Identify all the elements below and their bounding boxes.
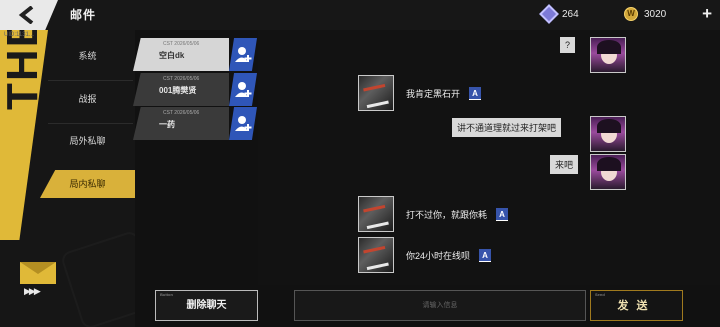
add-friend-button[interactable] bbox=[229, 107, 257, 140]
translate-icon[interactable]: A bbox=[496, 207, 509, 221]
contact-name: 空白dk bbox=[159, 51, 185, 60]
translate-icon[interactable]: A bbox=[469, 86, 482, 100]
gem-counter: 264 bbox=[539, 4, 579, 24]
message-input-placeholder: 请输入信息 bbox=[422, 302, 458, 309]
contact-item[interactable]: CST 2026/05/06 空白dk bbox=[133, 38, 257, 71]
add-user-icon bbox=[235, 82, 252, 97]
sidebar: THE WAR UID:1131... 系统 战报 局外私聊 局内私聊 ▶▶▶ bbox=[0, 30, 135, 327]
gem-icon bbox=[539, 4, 559, 24]
chat-log[interactable]: ? 我肯定黑石开 A 讲不通道理就过来打架吧 来吧 打不过你，就跟你耗 A 你2… bbox=[258, 30, 720, 285]
contact-date: CST 2026/05/06 bbox=[163, 110, 200, 116]
message-text: 打不过你，就跟你耗 bbox=[406, 209, 488, 220]
coin-icon: W bbox=[624, 7, 638, 21]
back-arrow-icon bbox=[18, 6, 34, 24]
player-avatar[interactable] bbox=[358, 237, 394, 273]
sidebar-item-battle-report[interactable]: 战报 bbox=[40, 85, 135, 113]
add-user-icon bbox=[235, 47, 252, 62]
contact-date: CST 2026/05/06 bbox=[163, 41, 200, 47]
fist-emblem bbox=[59, 229, 135, 327]
npc-avatar[interactable] bbox=[590, 116, 626, 152]
contact-name: 一药 bbox=[159, 120, 175, 129]
player-avatar[interactable] bbox=[358, 196, 394, 232]
coin-amount: 3020 bbox=[644, 8, 667, 20]
send-button[interactable]: Send 发送 bbox=[590, 290, 683, 321]
coin-counter: W 3020 bbox=[624, 7, 666, 21]
delete-chat-button[interactable]: Button 删除聊天 bbox=[155, 290, 258, 321]
message-bubble: 来吧 bbox=[550, 155, 579, 174]
sidebar-item-outgame-chat[interactable]: 局外私聊 bbox=[40, 127, 135, 155]
translate-icon[interactable]: A bbox=[479, 248, 492, 262]
uid-code: UID:1131... bbox=[4, 32, 34, 38]
message-text: 你24小时在线呗 bbox=[406, 250, 471, 261]
message-bubble: 讲不通道理就过来打架吧 bbox=[452, 118, 562, 137]
button-caption: Button bbox=[160, 292, 173, 297]
back-button[interactable] bbox=[0, 0, 58, 30]
page-title: 邮件 bbox=[70, 8, 97, 22]
contact-item[interactable]: CST 2026/05/06 001腾樊贤 bbox=[133, 73, 257, 106]
message-bubble: ? bbox=[560, 37, 576, 53]
add-friend-button[interactable] bbox=[229, 73, 257, 106]
contact-name: 001腾樊贤 bbox=[159, 86, 197, 95]
npc-avatar[interactable] bbox=[590, 154, 626, 190]
chat-message-player: 打不过你，就跟你耗 A bbox=[358, 196, 509, 232]
send-label: 发送 bbox=[617, 300, 656, 312]
message-text: 我肯定黑石开 bbox=[406, 88, 461, 99]
npc-avatar[interactable] bbox=[590, 37, 626, 73]
player-avatar[interactable] bbox=[358, 75, 394, 111]
mail-icon[interactable] bbox=[20, 262, 56, 284]
top-bar: 邮件 264 W 3020 + bbox=[0, 0, 720, 30]
chat-message-player: 你24小时在线呗 A bbox=[358, 237, 492, 273]
chat-message-npc: ? bbox=[560, 37, 581, 53]
add-user-icon bbox=[235, 116, 252, 131]
add-currency-button[interactable]: + bbox=[702, 4, 712, 24]
mail-arrows-icon: ▶▶▶ bbox=[24, 286, 41, 296]
gem-amount: 264 bbox=[562, 8, 579, 20]
chat-message-player: 我肯定黑石开 A bbox=[358, 75, 482, 111]
sidebar-item-ingame-chat[interactable]: 局内私聊 bbox=[40, 170, 135, 198]
chat-message-npc: 来吧 bbox=[550, 155, 584, 174]
add-friend-button[interactable] bbox=[229, 38, 257, 71]
contact-item[interactable]: CST 2026/05/06 一药 bbox=[133, 107, 257, 140]
divider bbox=[48, 123, 133, 124]
delete-chat-label: 删除聊天 bbox=[186, 300, 227, 311]
contact-date: CST 2026/05/06 bbox=[163, 76, 200, 82]
sidebar-item-system[interactable]: 系统 bbox=[40, 42, 135, 70]
message-input[interactable]: 请输入信息 bbox=[294, 290, 586, 321]
chat-message-npc: 讲不通道理就过来打架吧 bbox=[452, 118, 567, 137]
divider bbox=[48, 80, 133, 81]
button-caption: Send bbox=[595, 292, 605, 297]
